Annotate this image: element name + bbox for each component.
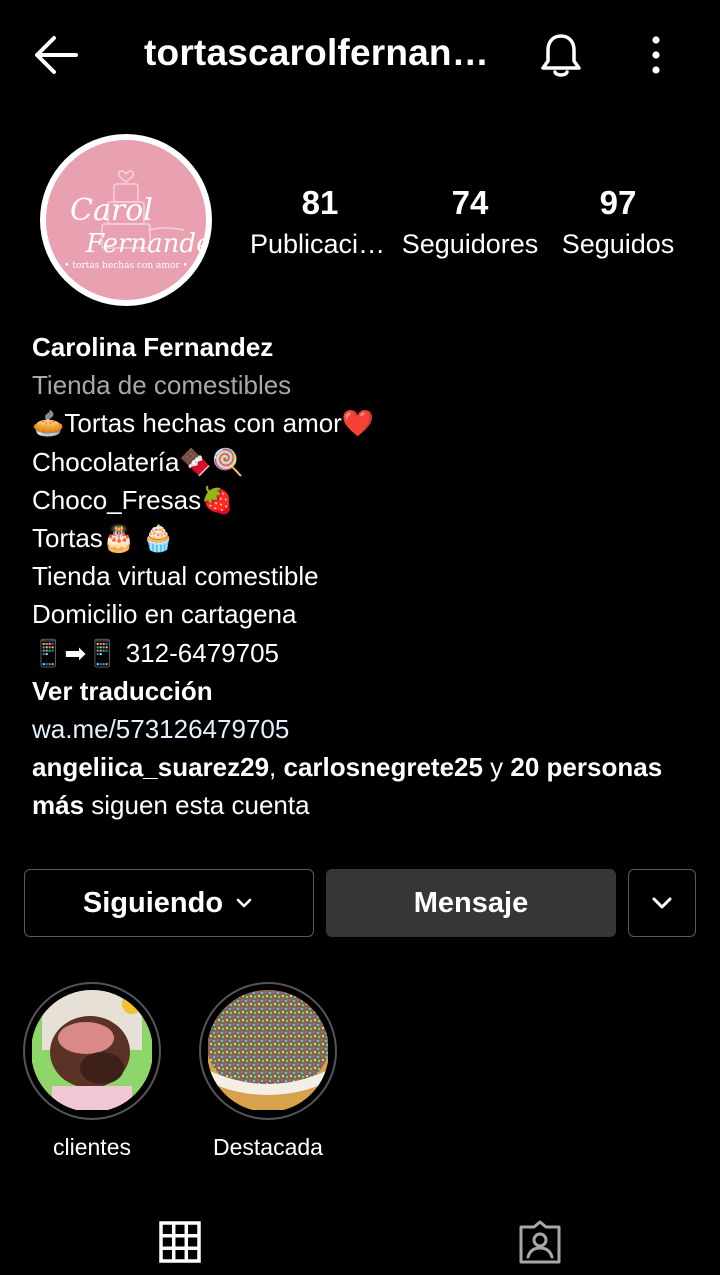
- bio-line: Chocolatería🍫🍭: [32, 446, 245, 477]
- profile-name: Carolina Fernandez: [32, 332, 274, 362]
- following-button-label: Siguiendo: [82, 886, 224, 919]
- bio-line: Choco_Fresas🍓: [32, 484, 234, 515]
- tagged-icon: [519, 1220, 561, 1264]
- bio-line: 🥧Tortas hechas con amor❤️: [32, 408, 375, 439]
- bio-phone-line: 📱➡📱 312-6479705: [32, 637, 280, 668]
- top-bar: tortascarolfernandez: [0, 0, 720, 110]
- followed-by-suffix: siguen esta cuenta: [84, 790, 310, 821]
- highlight-thumbnail: [31, 990, 153, 1112]
- message-button-label: Mensaje: [413, 886, 529, 919]
- stat-following[interactable]: 97 Seguidos: [548, 182, 688, 264]
- notifications-button[interactable]: [536, 30, 586, 80]
- highlight-ring: [23, 982, 161, 1120]
- avatar-line2: Fernandez: [85, 229, 206, 259]
- message-button[interactable]: Mensaje: [326, 869, 616, 937]
- profile-category[interactable]: Tienda de comestibles: [32, 366, 692, 404]
- stat-following-label: Seguidos: [561, 229, 675, 259]
- follower-username: carlosnegrete25: [283, 752, 483, 783]
- back-button[interactable]: [28, 30, 84, 80]
- avatar-line1: Carol: [70, 193, 153, 228]
- stat-posts-label: Publicaciones: [250, 229, 390, 259]
- stat-followers-number: 74: [451, 184, 489, 221]
- grid-icon: [159, 1221, 201, 1263]
- see-translation-link[interactable]: Ver traducción: [32, 672, 692, 710]
- following-button[interactable]: Siguiendo: [24, 869, 314, 937]
- bio-line: Domicilio en cartagena: [32, 599, 297, 630]
- follower-username: angeliica_suarez29: [32, 752, 270, 783]
- highlight-label: clientes: [53, 1134, 131, 1160]
- tab-tagged[interactable]: [510, 1212, 570, 1272]
- profile-avatar[interactable]: Carol Fernandez • tortas hechas con amor…: [40, 134, 212, 306]
- highlight-ring: [199, 982, 337, 1120]
- followed-by-separator: ,: [269, 752, 284, 783]
- stat-followers[interactable]: 74 Seguidores: [400, 182, 540, 264]
- chevron-down-icon: [236, 898, 252, 908]
- bio-line: Tienda virtual comestible: [32, 561, 319, 592]
- stat-following-number: 97: [599, 184, 637, 221]
- profile-actions: Siguiendo Mensaje: [0, 869, 720, 937]
- bell-icon: [541, 34, 581, 77]
- suggested-accounts-button[interactable]: [628, 869, 696, 937]
- stat-posts[interactable]: 81 Publicaciones: [250, 182, 390, 264]
- profile-username: tortascarolfernandez: [144, 32, 494, 73]
- followed-by-and: y: [482, 752, 511, 783]
- more-vertical-icon: [652, 36, 660, 74]
- stat-followers-label: Seguidores: [401, 229, 539, 259]
- bio-website-link[interactable]: wa.me/573126479705: [32, 710, 692, 748]
- profile-bio: Carolina Fernandez Tienda de comestibles…: [32, 328, 692, 825]
- chevron-down-icon: [652, 897, 672, 909]
- highlight-thumbnail: [207, 990, 329, 1112]
- avatar-logo: Carol Fernandez • tortas hechas con amor…: [46, 140, 206, 300]
- followed-by-text[interactable]: angeliica_suarez29, carlosnegrete25 y 20…: [32, 748, 692, 824]
- profile-tabs: [0, 1206, 720, 1275]
- highlight-label: Destacada: [213, 1134, 323, 1160]
- avatar-tagline: • tortas hechas con amor •: [64, 261, 188, 271]
- arrow-left-icon: [35, 36, 78, 74]
- highlight-clientes[interactable]: clientes: [22, 982, 162, 1161]
- highlight-destacada[interactable]: Destacada: [198, 982, 338, 1161]
- tab-posts-grid[interactable]: [150, 1212, 210, 1272]
- bio-line: Tortas🎂 🧁: [32, 523, 175, 554]
- stat-posts-number: 81: [301, 184, 339, 221]
- options-button[interactable]: [640, 32, 672, 78]
